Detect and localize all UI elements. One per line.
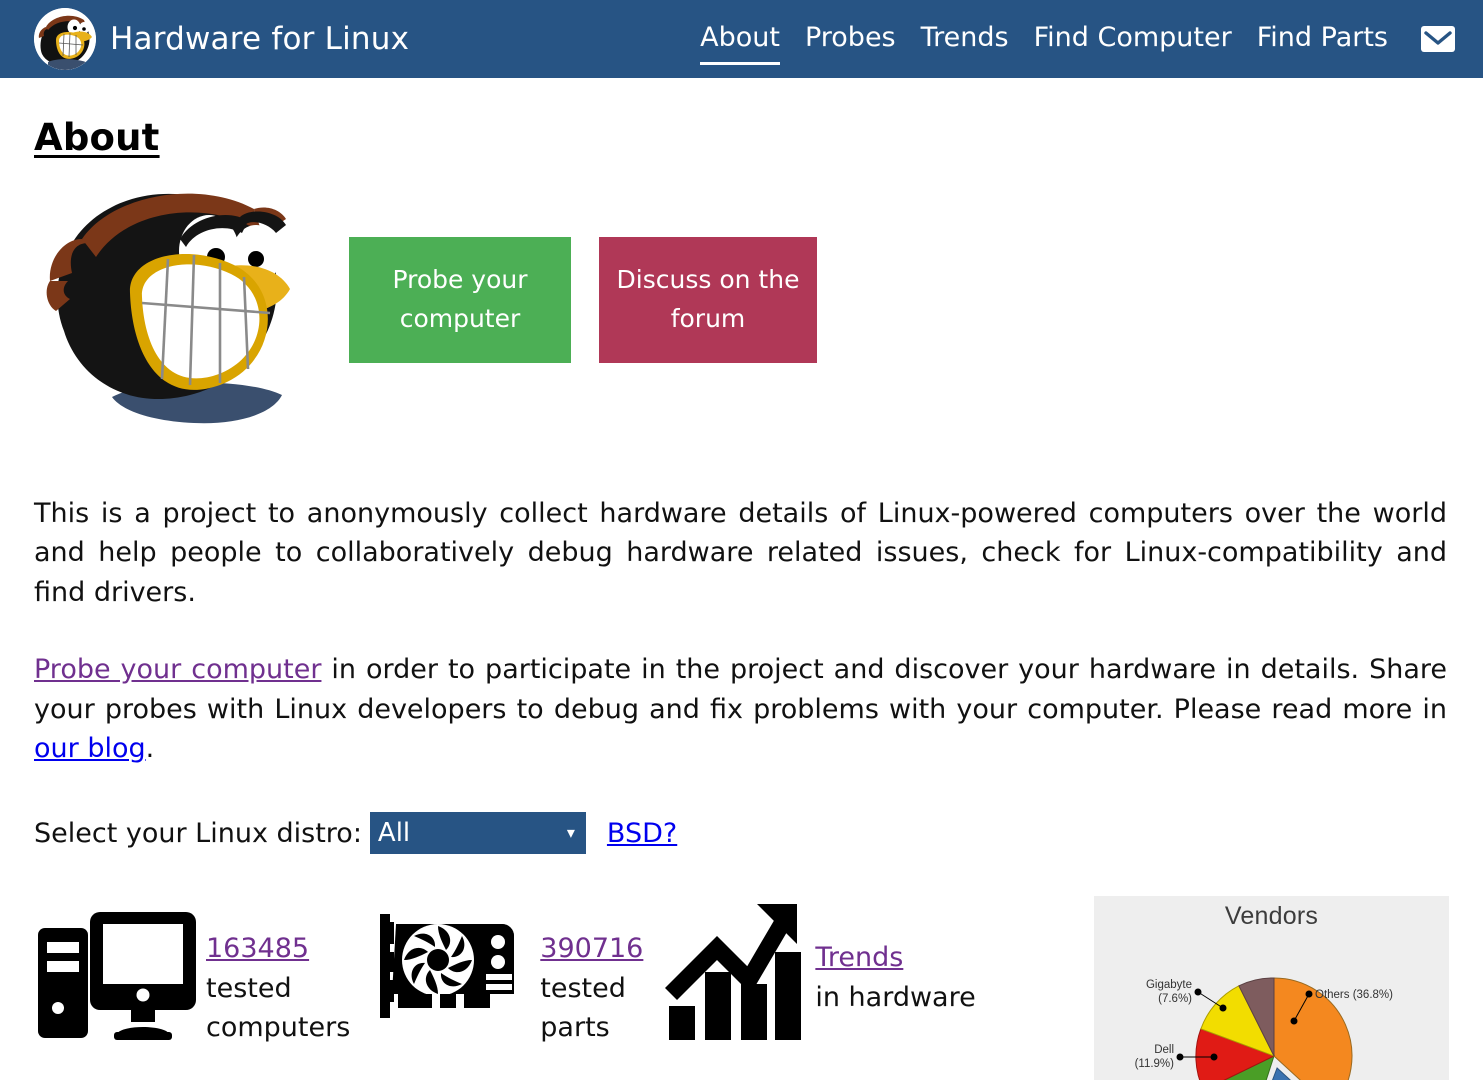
nav-item-trends[interactable]: Trends (921, 22, 1009, 56)
stat-tested-computers-text: 163485 tested computers (206, 929, 350, 1046)
tested-computers-count-link[interactable]: 163485 (206, 929, 350, 968)
distro-select-label: Select your Linux distro: (34, 817, 362, 849)
desktop-computer-icon (38, 900, 198, 1049)
brand-title: Hardware for Linux (110, 21, 410, 57)
stat-tested-computers: 163485 tested computers (38, 900, 350, 1049)
page-content: About Probe your computer Discuss on the… (0, 78, 1483, 1080)
vendors-pie-chart-panel: Vendors Others (36.8%) Dell (11.9%) Giga… (1094, 896, 1449, 1080)
pie-label-others: Others (36.8%) (1315, 989, 1393, 1001)
distro-selector-row: Select your Linux distro: All ▾ BSD? (34, 812, 1449, 855)
page-title: About (34, 116, 160, 159)
stats-row: 163485 tested computers 390716 tested pa… (34, 896, 1449, 1080)
nav-item-about[interactable]: About (700, 22, 780, 65)
trends-caption: in hardware (815, 981, 976, 1013)
trend-bar-chart-icon (665, 900, 805, 1044)
tested-computers-caption-line1: tested (206, 972, 292, 1004)
tested-parts-caption-line2: parts (540, 1011, 610, 1043)
envelope-icon[interactable] (1421, 26, 1455, 52)
distro-select[interactable]: All (369, 812, 586, 855)
distro-select-wrapper: All ▾ (369, 812, 586, 855)
nav-item-find-parts[interactable]: Find Parts (1257, 22, 1388, 56)
hero-action-buttons: Probe your computer Discuss on the forum (349, 237, 817, 363)
pie-label-gigabyte-value: (7.6%) (1158, 993, 1192, 1005)
nav-item-probes[interactable]: Probes (805, 22, 896, 56)
probe-your-computer-link[interactable]: Probe your computer (34, 654, 321, 685)
bsd-link[interactable]: BSD? (607, 818, 677, 849)
pie-label-gigabyte-name: Gigabyte (1146, 979, 1192, 991)
vendors-pie-chart-svg: Others (36.8%) ASUSTek (18.2%) Hewlett-P… (1135, 977, 1393, 1080)
hero-section: Probe your computer Discuss on the forum (34, 181, 1449, 436)
pie-label-dell-value: (11.9%) (1135, 1058, 1175, 1070)
tested-computers-caption-line2: computers (206, 1011, 351, 1043)
main-navigation: About Probes Trends Find Computer Find P… (700, 22, 1455, 65)
penguin-logo-icon (34, 8, 96, 70)
brand-home-link[interactable]: Hardware for Linux (34, 8, 409, 70)
our-blog-link[interactable]: our blog (34, 733, 146, 764)
graphics-card-icon (380, 900, 532, 1034)
stat-trends: Trends in hardware (665, 900, 976, 1044)
discuss-on-the-forum-button[interactable]: Discuss on the forum (599, 237, 817, 363)
site-header: Hardware for Linux About Probes Trends F… (0, 0, 1483, 78)
stat-trends-text: Trends in hardware (815, 938, 975, 1016)
pirate-penguin-mascot-image (34, 181, 304, 431)
tested-parts-caption-line1: tested (540, 972, 626, 1004)
stat-tested-parts-text: 390716 tested parts (540, 929, 643, 1046)
nav-item-find-computer[interactable]: Find Computer (1034, 22, 1232, 56)
participate-paragraph: Probe your computer in order to particip… (34, 650, 1447, 768)
stat-tested-parts: 390716 tested parts (380, 900, 643, 1046)
probe-your-computer-button[interactable]: Probe your computer (349, 237, 571, 363)
tested-parts-count-link[interactable]: 390716 (540, 929, 643, 968)
trends-link[interactable]: Trends (815, 938, 975, 977)
intro-paragraph: This is a project to anonymously collect… (34, 498, 1447, 608)
pie-label-dell-name: Dell (1154, 1044, 1174, 1056)
participate-text-part2: . (145, 733, 155, 765)
